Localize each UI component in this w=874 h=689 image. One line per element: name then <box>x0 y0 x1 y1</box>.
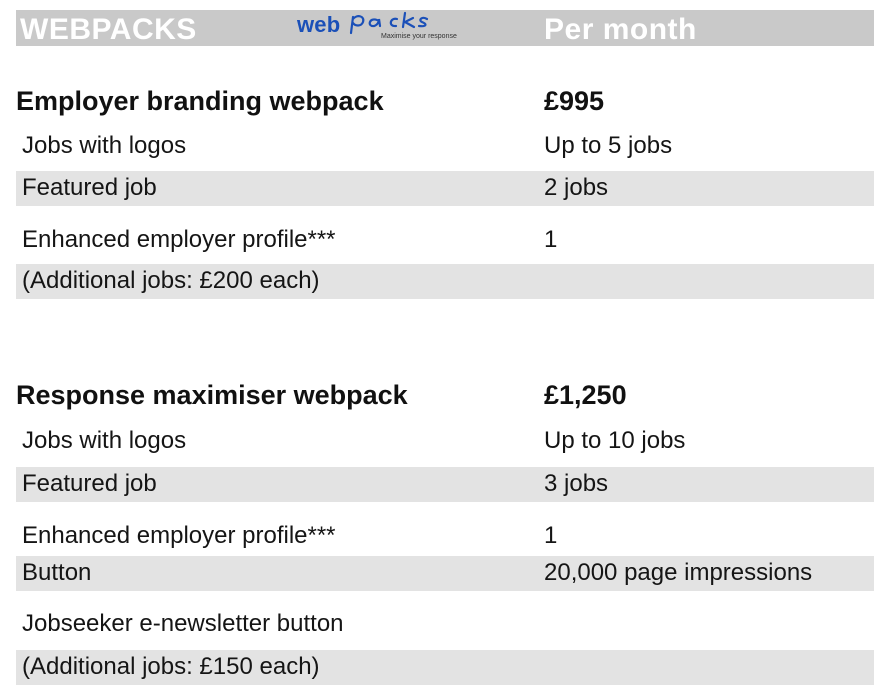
pack-row: (Additional jobs: £150 each) <box>16 650 874 685</box>
pack-row: (Additional jobs: £200 each) <box>16 264 874 299</box>
row-label: Featured job <box>22 470 157 497</box>
header-price-heading: Per month <box>544 13 697 46</box>
pack-row: Jobs with logos Up to 10 jobs <box>16 424 874 459</box>
logo-word-web: web <box>297 12 341 37</box>
pack-row: Featured job 3 jobs <box>16 467 874 502</box>
pack-row: Featured job 2 jobs <box>16 171 874 206</box>
pack-price: £1,250 <box>544 380 627 410</box>
row-label: Jobseeker e-newsletter button <box>22 610 344 637</box>
row-value: Up to 5 jobs <box>544 132 673 159</box>
pack-row: Enhanced employer profile*** 1 <box>16 223 874 258</box>
logo-tagline: Maximise your response <box>381 33 457 40</box>
row-label: Jobs with logos <box>22 427 187 454</box>
pack-title: Employer branding webpack <box>16 86 384 116</box>
row-value: 1 <box>544 522 558 549</box>
row-label: Enhanced employer profile*** <box>22 226 336 253</box>
row-label: Enhanced employer profile*** <box>22 522 336 549</box>
logo-word-packs <box>349 11 429 35</box>
row-value: 1 <box>544 226 558 253</box>
row-value: 2 jobs <box>544 174 609 201</box>
row-value: 3 jobs <box>544 470 609 497</box>
pack-row: Button 20,000 page impressions <box>16 556 874 591</box>
row-label: Featured job <box>22 174 157 201</box>
webpacks-logo: web Maximise your response <box>297 10 497 46</box>
row-label: (Additional jobs: £200 each) <box>22 267 320 294</box>
pack-row: Jobseeker e-newsletter button <box>16 607 874 642</box>
pack-row: Enhanced employer profile*** 1 <box>16 519 874 554</box>
row-label: Jobs with logos <box>22 132 187 159</box>
row-label: Button <box>22 559 92 586</box>
pack-row: Jobs with logos Up to 5 jobs <box>16 129 874 164</box>
pack-title: Response maximiser webpack <box>16 380 408 410</box>
row-label: (Additional jobs: £150 each) <box>22 653 320 680</box>
row-value: Up to 10 jobs <box>544 427 686 454</box>
row-value: 20,000 page impressions <box>544 559 813 586</box>
pack-price: £995 <box>544 86 605 116</box>
header-title: WEBPACKS <box>20 13 197 46</box>
header-bar: WEBPACKS web Maximise your response Per … <box>16 10 874 46</box>
